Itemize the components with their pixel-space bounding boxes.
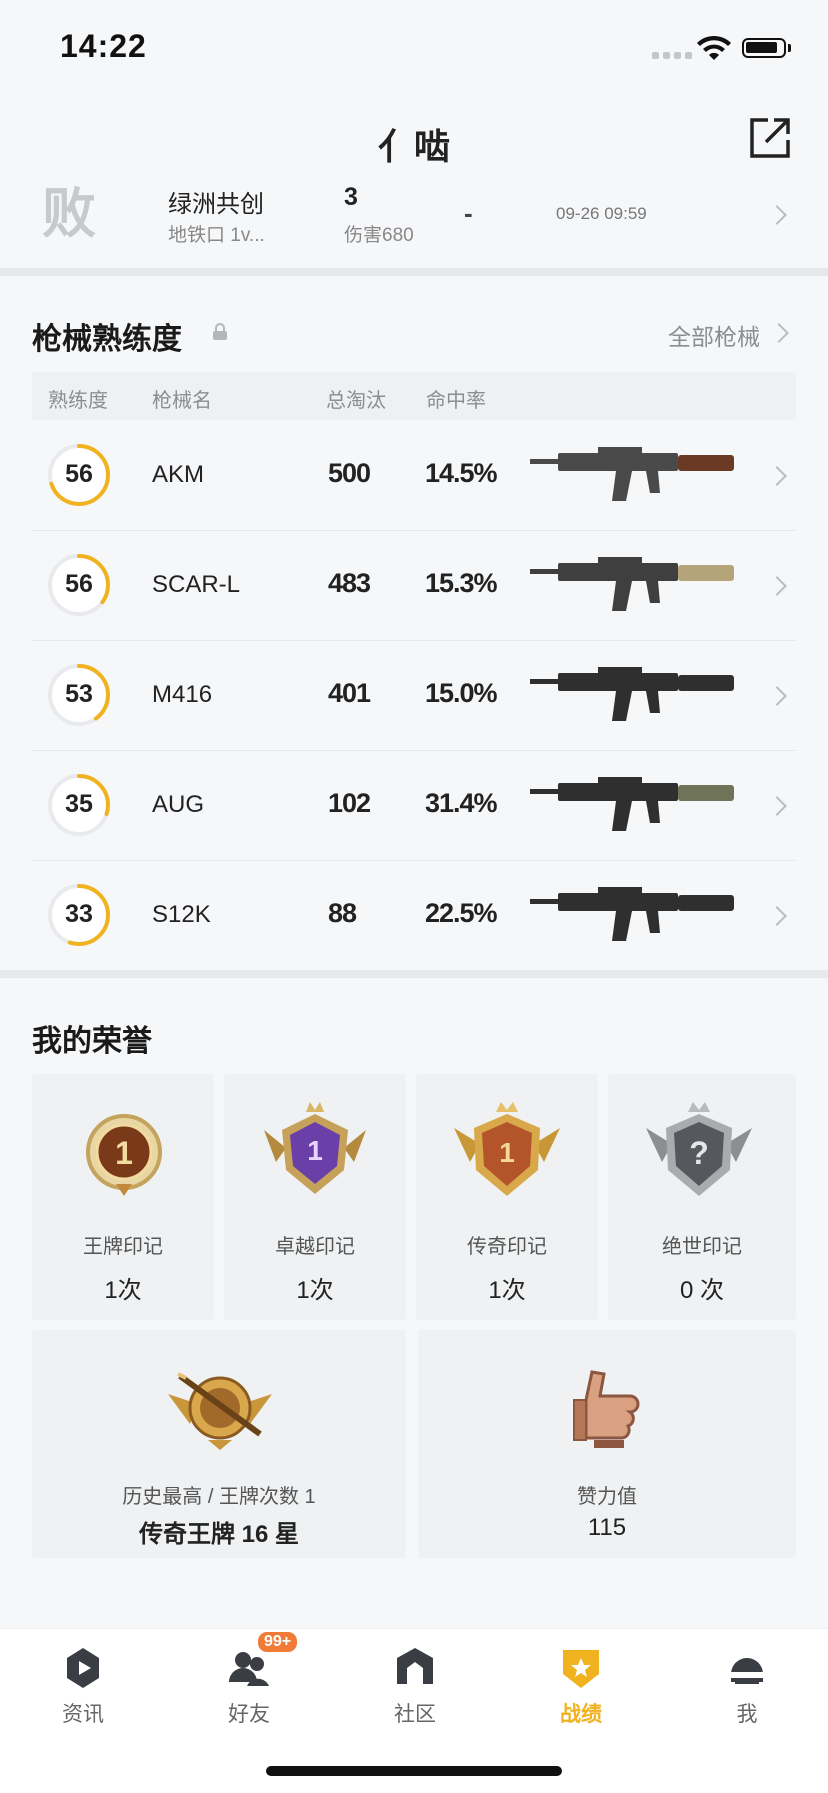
tab-community-label: 社区 <box>394 1703 436 1726</box>
highest-rank-value: 传奇王牌 16 星 <box>138 1521 300 1548</box>
honors-title: 我的荣誉 <box>32 1025 152 1058</box>
peerless-mark-icon: ? <box>646 1102 752 1196</box>
peerless-mark-label: 绝世印记 <box>662 1236 742 1258</box>
weapon-kills: 483 <box>328 568 371 598</box>
record-icon <box>563 1650 599 1688</box>
match-damage: 伤害680 <box>344 225 414 246</box>
proficiency-level: 53 <box>65 680 93 708</box>
cellular-signal-icon <box>652 52 692 59</box>
weapon-image <box>530 777 734 831</box>
weapon-image <box>530 447 734 501</box>
proficiency-level: 56 <box>65 570 93 598</box>
ace-mark-icon: 1 <box>86 1114 162 1196</box>
excellence-mark-count: 1次 <box>296 1277 334 1304</box>
share-icon[interactable] <box>748 116 792 160</box>
home-indicator <box>266 1766 562 1776</box>
legend-ace-rank-icon <box>168 1372 272 1450</box>
tab-friends-label: 好友 <box>228 1703 270 1726</box>
tab-news-label: 资讯 <box>62 1703 104 1726</box>
match-mode: 绿洲共创 <box>168 191 264 218</box>
weapon-kills: 401 <box>328 678 371 708</box>
tab-record-label: 战绩 <box>560 1703 602 1726</box>
column-header-weapon-name: 枪械名 <box>152 390 212 412</box>
excellence-mark-label: 卓越印记 <box>275 1236 355 1258</box>
weapon-accuracy: 31.4% <box>425 788 498 818</box>
weapon-accuracy: 15.3% <box>425 568 498 598</box>
ace-mark-count: 1次 <box>104 1277 142 1304</box>
thumbs-up-icon <box>573 1370 640 1448</box>
legend-mark-count: 1次 <box>488 1277 526 1304</box>
column-header-kills: 总淘汰 <box>326 390 386 412</box>
weapon-accuracy: 15.0% <box>425 678 498 708</box>
match-record-row[interactable] <box>0 170 828 268</box>
highest-rank-label: 历史最高 / 王牌次数 1 <box>122 1486 316 1508</box>
weapon-proficiency-title: 枪械熟练度 <box>32 323 182 356</box>
weapon-table-header <box>32 372 796 420</box>
svg-text:?: ? <box>689 1135 709 1171</box>
battery-icon <box>742 38 786 58</box>
weapon-kills: 102 <box>328 788 371 818</box>
wifi-icon <box>697 35 731 60</box>
weapon-name: M416 <box>152 681 213 708</box>
proficiency-level: 35 <box>65 790 93 818</box>
news-icon <box>67 1648 99 1688</box>
match-rank: - <box>464 198 473 228</box>
legend-mark-label: 传奇印记 <box>467 1236 547 1258</box>
all-weapons-link[interactable]: 全部枪械 <box>668 318 760 352</box>
page-title: 亻啮 <box>377 126 450 167</box>
match-kills: 3 <box>344 183 358 211</box>
svg-text:1: 1 <box>307 1135 323 1166</box>
weapon-image <box>530 667 734 721</box>
peerless-mark-count: 0 次 <box>679 1277 724 1304</box>
result-badge: 败 <box>42 184 96 244</box>
lock-icon[interactable] <box>212 323 228 341</box>
status-time: 14:22 <box>60 28 147 64</box>
match-time: 09-26 09:59 <box>556 204 647 223</box>
ace-mark-label: 王牌印记 <box>83 1236 163 1258</box>
chevron-right-icon <box>769 323 789 343</box>
weapon-accuracy: 22.5% <box>425 898 498 928</box>
column-header-proficiency: 熟练度 <box>48 390 108 412</box>
weapon-name: AKM <box>152 461 205 488</box>
tab-friends[interactable]: 好友 <box>166 1630 332 1730</box>
weapon-kills: 500 <box>328 458 371 488</box>
excellence-mark-icon: 1 <box>264 1102 366 1194</box>
legend-mark-icon: 1 <box>454 1102 560 1196</box>
weapon-name: SCAR-L <box>152 571 241 598</box>
proficiency-level: 56 <box>65 460 93 488</box>
battery-cap <box>788 44 791 52</box>
tab-news[interactable]: 资讯 <box>0 1630 166 1730</box>
tab-profile[interactable]: 我 <box>664 1630 828 1730</box>
svg-text:1: 1 <box>115 1135 133 1171</box>
friends-badge: 99+ <box>258 1632 298 1652</box>
weapon-name: S12K <box>152 901 211 928</box>
section-divider <box>0 268 828 276</box>
weapon-image <box>530 557 734 611</box>
svg-text:1: 1 <box>499 1137 515 1168</box>
weapon-name: AUG <box>152 791 205 818</box>
proficiency-level: 33 <box>65 900 93 928</box>
likes-label: 赞力值 <box>577 1486 637 1508</box>
column-header-accuracy: 命中率 <box>426 390 486 412</box>
community-icon <box>397 1648 433 1684</box>
section-divider <box>0 970 828 978</box>
match-map: 地铁口 1v... <box>168 225 265 246</box>
likes-value: 115 <box>587 1514 627 1541</box>
weapon-kills: 88 <box>328 898 357 928</box>
profile-icon <box>729 1658 765 1684</box>
weapon-accuracy: 14.5% <box>425 458 498 488</box>
tab-record[interactable]: 战绩 <box>498 1630 664 1730</box>
tab-profile-label: 我 <box>736 1703 758 1726</box>
tab-community[interactable]: 社区 <box>332 1630 498 1730</box>
weapon-image <box>530 887 734 941</box>
